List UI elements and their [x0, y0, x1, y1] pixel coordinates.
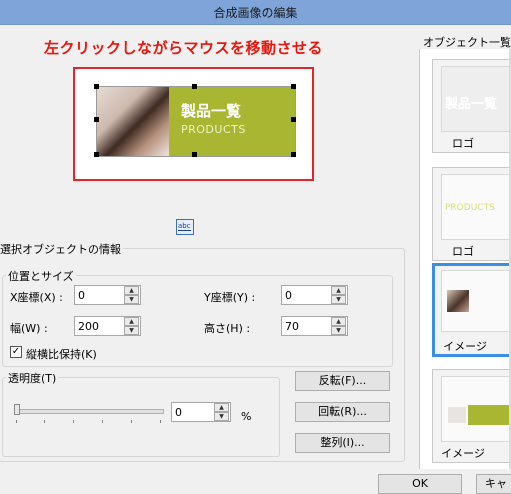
- text-tool-icon: abc: [178, 222, 191, 231]
- photo-thumbnail: [447, 290, 469, 312]
- width-input[interactable]: [75, 317, 126, 335]
- resize-handle-top-left[interactable]: [94, 84, 99, 89]
- opacity-unit: %: [241, 410, 252, 423]
- slider-tick: [73, 420, 74, 423]
- ok-button[interactable]: OK: [378, 474, 462, 494]
- resize-handle-bottom-left[interactable]: [94, 152, 99, 157]
- resize-handle-top-right[interactable]: [291, 84, 296, 89]
- opacity-label: 透明度(T): [6, 370, 59, 386]
- opacity-slider-track[interactable]: [16, 409, 164, 414]
- rotate-button[interactable]: 回転(R)...: [295, 402, 390, 422]
- object-caption: ロゴ: [452, 137, 474, 150]
- width-down-arrow[interactable]: ▼: [124, 326, 139, 335]
- opacity-input[interactable]: [172, 403, 215, 421]
- banner-photo: [97, 87, 169, 156]
- slider-tick: [131, 420, 132, 423]
- edit-canvas[interactable]: 製品一覧 PRODUCTS: [73, 67, 314, 181]
- resize-handle-top[interactable]: [192, 84, 197, 89]
- composite-banner[interactable]: 製品一覧 PRODUCTS: [96, 86, 296, 157]
- y-coord-label: Y座標(Y) :: [204, 291, 256, 304]
- banner-title-en: PRODUCTS: [181, 123, 246, 136]
- height-up-arrow[interactable]: ▲: [331, 317, 346, 326]
- text-tool-button[interactable]: abc: [176, 219, 194, 235]
- opacity-down-arrow[interactable]: ▼: [214, 412, 229, 421]
- drag-instruction: 左クリックしながらマウスを移動させる: [44, 39, 324, 57]
- selection-info-label: 選択オブジェクトの情報: [0, 241, 123, 257]
- flip-button[interactable]: 反転(F)...: [295, 371, 390, 391]
- object-item-logo-2[interactable]: PRODUCTS ロゴ: [432, 167, 511, 261]
- y-coord-input[interactable]: [282, 286, 333, 304]
- title-bar: 合成画像の編集: [0, 0, 511, 25]
- object-item-image-2[interactable]: イメージ: [432, 369, 511, 463]
- width-up-arrow[interactable]: ▲: [124, 317, 139, 326]
- object-item-image-1[interactable]: イメージ: [432, 263, 511, 357]
- banner-green-panel: 製品一覧 PRODUCTS: [169, 87, 295, 156]
- cancel-button[interactable]: キャ: [476, 474, 511, 494]
- slider-tick: [160, 420, 161, 423]
- opacity-stepper[interactable]: ▲ ▼: [171, 402, 231, 422]
- x-coord-up-arrow[interactable]: ▲: [124, 286, 139, 295]
- object-preview: PRODUCTS: [441, 174, 511, 240]
- slider-tick: [102, 420, 103, 423]
- x-coord-stepper[interactable]: ▲ ▼: [74, 285, 141, 305]
- resize-handle-bottom[interactable]: [192, 152, 197, 157]
- object-preview: [441, 376, 511, 442]
- position-size-label: 位置とサイズ: [6, 268, 76, 284]
- y-coord-up-arrow[interactable]: ▲: [331, 286, 346, 295]
- width-label: 幅(W) :: [10, 322, 48, 335]
- object-preview: 製品一覧: [441, 66, 511, 132]
- opacity-group: [2, 377, 280, 457]
- object-caption: イメージ: [443, 340, 487, 353]
- window-title: 合成画像の編集: [213, 6, 298, 20]
- object-list-panel[interactable]: 製品一覧 ロゴ PRODUCTS ロゴ イメージ イメージ: [419, 49, 511, 469]
- banner-thumbnail: [468, 405, 511, 425]
- y-coord-stepper[interactable]: ▲ ▼: [281, 285, 348, 305]
- resize-handle-left[interactable]: [94, 117, 99, 122]
- opacity-up-arrow[interactable]: ▲: [214, 403, 229, 412]
- object-caption: ロゴ: [452, 245, 474, 258]
- resize-handle-right[interactable]: [291, 117, 296, 122]
- resize-handle-bottom-right[interactable]: [291, 152, 296, 157]
- align-button[interactable]: 整列(I)...: [295, 433, 390, 453]
- keep-ratio-label: 縦横比保持(K): [26, 348, 97, 361]
- photo-thumbnail: [448, 407, 466, 423]
- x-coord-down-arrow[interactable]: ▼: [124, 295, 139, 304]
- width-stepper[interactable]: ▲ ▼: [74, 316, 141, 336]
- x-coord-input[interactable]: [75, 286, 126, 304]
- object-list-label: オブジェクト一覧: [423, 36, 511, 49]
- object-caption: イメージ: [441, 447, 485, 460]
- object-item-logo-1[interactable]: 製品一覧 ロゴ: [432, 59, 511, 153]
- banner-title-jp: 製品一覧: [181, 102, 242, 120]
- slider-tick: [16, 420, 17, 423]
- object-preview-text: PRODUCTS: [445, 203, 495, 213]
- height-stepper[interactable]: ▲ ▼: [281, 316, 348, 336]
- object-preview-text: 製品一覧: [445, 97, 498, 112]
- height-label: 高さ(H) :: [204, 322, 251, 335]
- slider-tick: [44, 420, 45, 423]
- x-coord-label: X座標(X) :: [10, 291, 63, 304]
- height-input[interactable]: [282, 317, 333, 335]
- height-down-arrow[interactable]: ▼: [331, 326, 346, 335]
- y-coord-down-arrow[interactable]: ▼: [331, 295, 346, 304]
- keep-ratio-checkbox[interactable]: ✓: [10, 346, 22, 358]
- opacity-slider-thumb[interactable]: [14, 404, 20, 415]
- object-preview: [441, 270, 511, 332]
